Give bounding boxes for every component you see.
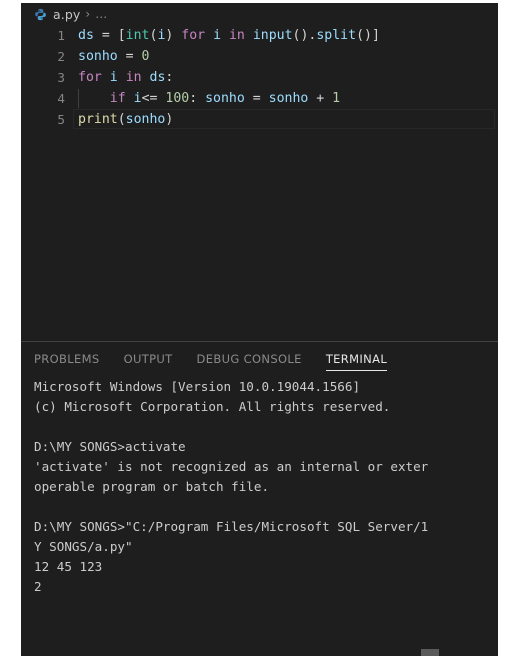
code-token: int: [125, 28, 150, 43]
vscode-editor-window: a.py › … 1 ds = [int ( i) for i in input().…: [21, 3, 498, 656]
code-token: sonho: [78, 49, 118, 64]
code-token: ds: [149, 70, 166, 85]
code-token: 1: [332, 91, 341, 106]
code-token: <=: [141, 91, 166, 106]
code-token: 100: [165, 91, 190, 106]
line-number: 2: [57, 49, 65, 64]
code-token: sonho: [268, 91, 309, 106]
tab-terminal[interactable]: TERMINAL: [325, 342, 388, 377]
code-token: =: [117, 49, 142, 64]
terminal-output[interactable]: Microsoft Windows [Version 10.0.19044.15…: [21, 377, 498, 656]
breadcrumb-file-name[interactable]: a.py: [53, 7, 80, 22]
code-token: for: [181, 28, 206, 43]
code-token: 0: [141, 49, 150, 64]
line-number: 4: [57, 91, 65, 106]
code-line[interactable]: 3 for i in ds:: [21, 67, 498, 88]
terminal-line: 'activate' is not recognized as an inter…: [34, 459, 429, 474]
code-token: :: [165, 70, 174, 85]
terminal-line: (c) Microsoft Corporation. All rights re…: [34, 399, 391, 414]
code-token: input: [252, 28, 293, 43]
line-number: 1: [57, 28, 65, 43]
code-token: in: [228, 28, 245, 43]
terminal-line: D:\MY SONGS>"C:/Program Files/Microsoft …: [34, 519, 429, 534]
terminal-line: Y SONGS/a.py": [34, 539, 133, 554]
code-token: sonho: [125, 112, 166, 127]
code-line[interactable]: 2 sonho = 0: [21, 46, 498, 67]
code-line-text: ds = [int(i) for i in input().split()]: [78, 25, 380, 46]
code-token: in: [125, 70, 142, 85]
breadcrumb-overflow[interactable]: …: [95, 7, 107, 21]
code-line-text: if i<= 100: sonho = sonho + 1: [78, 88, 340, 109]
code-editor[interactable]: 1 ds = [int ( i) for i in input().split()] 2…: [21, 25, 498, 341]
scrollbar-thumb[interactable]: [421, 649, 439, 656]
code-token: ().: [292, 28, 317, 43]
code-token: =: [244, 91, 269, 106]
code-token: i: [109, 70, 118, 85]
code-line[interactable]: 1 ds = [int(i) for i in input().split()]: [21, 25, 498, 46]
code-token: :: [189, 91, 206, 106]
line-number: 5: [57, 112, 65, 127]
breadcrumb-separator-icon: ›: [85, 7, 91, 21]
tab-problems[interactable]: PROBLEMS: [34, 342, 100, 377]
code-token: sonho: [205, 91, 245, 106]
terminal-line: Microsoft Windows [Version 10.0.19044.15…: [34, 379, 361, 394]
code-token: for: [78, 70, 102, 85]
line-number: 3: [57, 70, 65, 85]
code-token: split: [316, 28, 357, 43]
code-token: print: [78, 112, 118, 127]
code-line-text: for i in ds:: [78, 67, 173, 88]
code-token: ()]: [356, 28, 380, 43]
terminal-line: 2: [34, 579, 42, 594]
code-line-text: sonho = 0: [78, 46, 149, 67]
panel-tab-bar: PROBLEMS OUTPUT DEBUG CONSOLE TERMINAL: [21, 342, 498, 377]
terminal-horizontal-scrollbar[interactable]: [21, 649, 498, 656]
code-token: =: [93, 28, 118, 43]
code-token: ds: [78, 28, 94, 43]
breadcrumb: a.py › …: [21, 3, 498, 25]
terminal-line: D:\MY SONGS>activate: [34, 439, 186, 454]
code-line[interactable]: 5 print(sonho): [21, 109, 498, 130]
code-token: ): [165, 28, 182, 43]
code-line[interactable]: 4 if i<= 100: sonho = sonho + 1: [21, 88, 498, 109]
code-token: [: [117, 28, 126, 43]
code-token: if: [109, 91, 126, 106]
code-line-text: print(sonho): [78, 109, 173, 130]
code-token: +: [308, 91, 333, 106]
code-token: (: [117, 112, 126, 127]
terminal-line: operable program or batch file.: [34, 479, 270, 494]
python-file-icon: [35, 8, 46, 20]
terminal-line: 12 45 123: [34, 559, 103, 574]
code-token: i: [213, 28, 222, 43]
tab-debug-console[interactable]: DEBUG CONSOLE: [197, 342, 302, 377]
code-token: ): [165, 112, 174, 127]
code-token: i: [133, 91, 142, 106]
tab-output[interactable]: OUTPUT: [124, 342, 173, 377]
bottom-panel: PROBLEMS OUTPUT DEBUG CONSOLE TERMINAL Micr…: [21, 342, 498, 656]
